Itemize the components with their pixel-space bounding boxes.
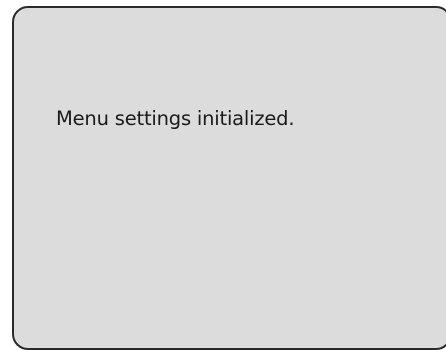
- menu-screen: Menu settings initialized.: [12, 6, 446, 350]
- status-message: Menu settings initialized.: [56, 107, 295, 130]
